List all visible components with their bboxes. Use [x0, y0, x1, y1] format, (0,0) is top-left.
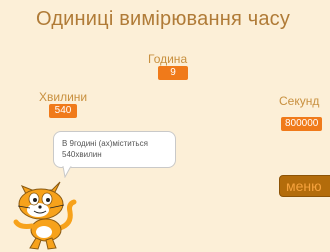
menu-button[interactable]: меню	[279, 175, 330, 197]
speech-line-1: В 9годині (ах)міститься	[62, 139, 148, 148]
seconds-label: Секунд	[279, 94, 320, 108]
stage: Одиниці вимірювання часу Година 9 Хвилин…	[0, 0, 330, 252]
scratch-cat-icon[interactable]	[8, 172, 78, 252]
hours-value: 9	[158, 66, 188, 80]
minutes-value: 540	[49, 104, 77, 118]
seconds-value: 800000	[281, 117, 323, 131]
stage-title: Одиниці вимірювання часу	[36, 8, 291, 30]
minutes-label: Хвилини	[39, 90, 88, 104]
speech-line-2: 540хвилин	[62, 150, 102, 159]
hours-label: Година	[148, 52, 188, 66]
speech-bubble: В 9годині (ах)міститься 540хвилин	[53, 131, 176, 168]
